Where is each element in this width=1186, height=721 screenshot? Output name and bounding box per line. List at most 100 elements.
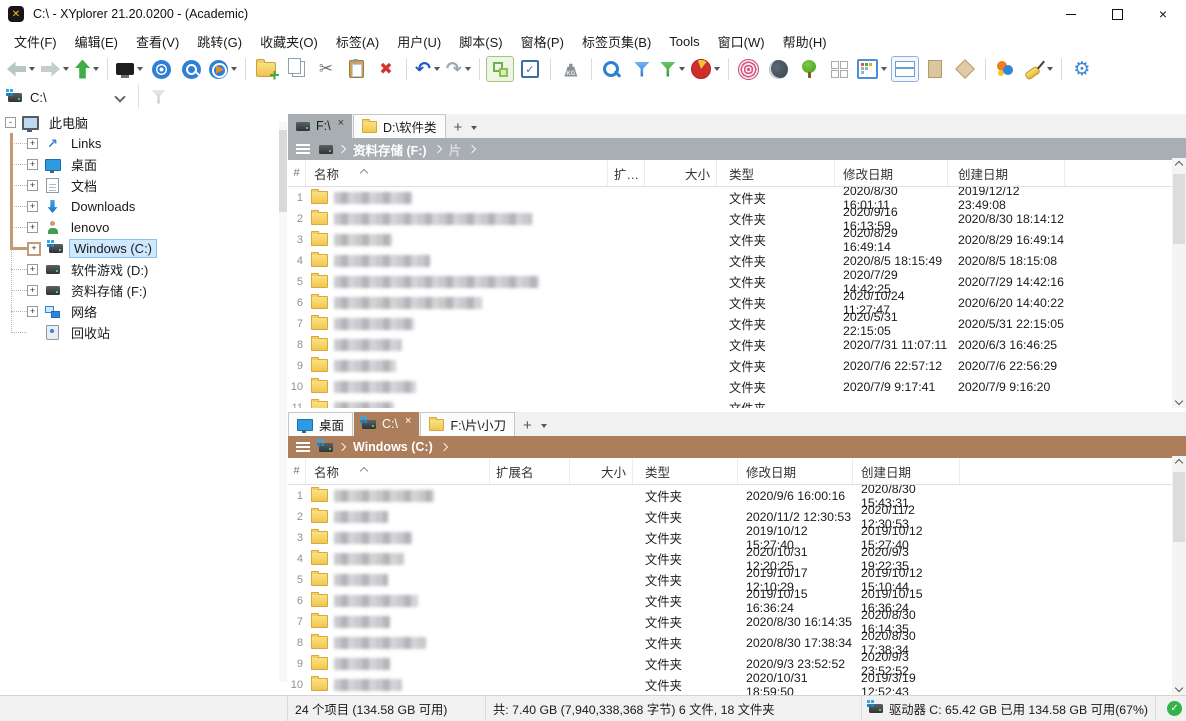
- file-row[interactable]: 10文件夹2020/10/31 18:59:502019/3/19 12:52:…: [288, 674, 1186, 695]
- scroll-down-arrow[interactable]: [1172, 681, 1186, 695]
- tree-item-f[interactable]: +资料存储 (F:): [0, 280, 288, 301]
- file-row[interactable]: 10文件夹2020/7/9 9:17:412020/7/9 9:16:20: [288, 376, 1186, 397]
- file-row[interactable]: 4文件夹2020/10/31 12:20:252020/9/3 19:22:35: [288, 548, 1186, 569]
- column-header-1[interactable]: 名称: [306, 458, 490, 484]
- column-header-0[interactable]: #: [288, 458, 306, 484]
- file-row[interactable]: 2文件夹2020/9/16 16:13:592020/8/30 18:14:12: [288, 208, 1186, 229]
- tab-0[interactable]: 桌面: [288, 412, 353, 436]
- dropdown-caret-icon[interactable]: [1047, 67, 1053, 71]
- column-header-0[interactable]: #: [288, 160, 306, 186]
- dropdown-caret-icon[interactable]: [137, 67, 143, 71]
- tab-1[interactable]: C:\×: [354, 412, 419, 436]
- tree-item-[interactable]: +桌面: [0, 154, 288, 175]
- expand-icon[interactable]: +: [27, 180, 38, 191]
- expand-icon[interactable]: +: [27, 242, 41, 256]
- expand-icon[interactable]: +: [27, 306, 38, 317]
- folder-tree-button[interactable]: [795, 56, 823, 82]
- config-button[interactable]: ⚙: [1068, 56, 1096, 82]
- scroll-up-arrow[interactable]: [1172, 456, 1186, 470]
- file-row[interactable]: 7文件夹2020/8/30 16:14:352020/8/30 16:14:35: [288, 611, 1186, 632]
- tab-list-dropdown-icon[interactable]: [471, 126, 477, 130]
- expand-icon[interactable]: +: [27, 264, 38, 275]
- filter-blue-button[interactable]: [628, 56, 656, 82]
- menu-item-0[interactable]: 文件(F): [5, 32, 66, 51]
- single-pane-button[interactable]: [921, 56, 949, 82]
- dropdown-caret-icon[interactable]: [679, 67, 685, 71]
- tree-item-downloads[interactable]: +Downloads: [0, 196, 288, 217]
- maximize-button[interactable]: [1094, 0, 1140, 28]
- menu-item-12[interactable]: 帮助(H): [774, 32, 836, 51]
- file-row[interactable]: 1文件夹2020/8/30 16:01:112019/12/12 23:49:0…: [288, 187, 1186, 208]
- back-button[interactable]: [5, 56, 37, 82]
- live-filter-button[interactable]: [598, 56, 626, 82]
- tree-item-links[interactable]: +↗Links: [0, 133, 288, 154]
- menu-item-8[interactable]: 窗格(P): [512, 32, 573, 51]
- color-filters-button[interactable]: [992, 56, 1020, 82]
- mini-tree-button[interactable]: [114, 56, 145, 82]
- redo-button[interactable]: ↷: [444, 56, 473, 82]
- dropdown-caret-icon[interactable]: [231, 67, 237, 71]
- tree-item-[interactable]: -此电脑: [0, 112, 288, 133]
- scroll-down-arrow[interactable]: [1172, 394, 1186, 408]
- tree-item-[interactable]: +网络: [0, 301, 288, 322]
- menu-item-11[interactable]: 窗口(W): [709, 32, 774, 51]
- column-header-2[interactable]: 扩展名: [490, 458, 570, 484]
- paste-button[interactable]: [342, 56, 370, 82]
- tree-scrollbar[interactable]: [279, 122, 287, 682]
- size-pie-button[interactable]: [689, 56, 722, 82]
- file-row[interactable]: 1文件夹2020/9/6 16:00:162020/8/30 15:43:31: [288, 485, 1186, 506]
- dropdown-caret-icon[interactable]: [434, 67, 440, 71]
- new-tab-button[interactable]: +: [447, 119, 470, 138]
- calc-size-button[interactable]: KG: [557, 56, 585, 82]
- up-button[interactable]: [73, 56, 101, 82]
- menu-icon[interactable]: [296, 442, 310, 452]
- column-header-6[interactable]: 创建日期: [948, 160, 1065, 186]
- menu-item-6[interactable]: 用户(U): [388, 32, 450, 51]
- new-tab-button[interactable]: +: [516, 417, 539, 436]
- tree-item-[interactable]: 回收站: [0, 322, 288, 343]
- tree-item-lenovo[interactable]: +lenovo: [0, 217, 288, 238]
- expand-icon[interactable]: +: [27, 159, 38, 170]
- hotlist-button[interactable]: [147, 56, 175, 82]
- tab-list-dropdown-icon[interactable]: [541, 424, 547, 428]
- details-view-button[interactable]: [855, 56, 889, 82]
- file-row[interactable]: 8文件夹2020/8/30 17:38:342020/8/30 17:38:34: [288, 632, 1186, 653]
- delete-button[interactable]: ✖: [372, 56, 400, 82]
- column-header-4[interactable]: 类型: [633, 458, 738, 484]
- expand-icon[interactable]: +: [27, 285, 38, 296]
- spiral-button[interactable]: [735, 56, 763, 82]
- find-files-button[interactable]: [177, 56, 205, 82]
- undo-button[interactable]: ↶: [413, 56, 442, 82]
- go-to-button[interactable]: [207, 56, 239, 82]
- tree-item-[interactable]: +文档: [0, 175, 288, 196]
- menu-item-7[interactable]: 脚本(S): [450, 32, 511, 51]
- pane-scrollbar[interactable]: [1172, 158, 1186, 408]
- address-input[interactable]: C:\: [30, 90, 47, 105]
- filter-green-button[interactable]: [658, 56, 687, 82]
- file-row[interactable]: 6文件夹2019/10/15 16:36:242019/10/15 16:36:…: [288, 590, 1186, 611]
- dropdown-caret-icon[interactable]: [93, 67, 99, 71]
- expand-icon[interactable]: +: [27, 138, 38, 149]
- highlight-button[interactable]: [1022, 56, 1055, 82]
- breadcrumb-segment[interactable]: 片: [449, 140, 462, 159]
- split-h-button[interactable]: [891, 56, 919, 82]
- scroll-up-arrow[interactable]: [1172, 158, 1186, 172]
- menu-icon[interactable]: [296, 144, 310, 154]
- scroll-thumb[interactable]: [1173, 174, 1185, 244]
- dropdown-caret-icon[interactable]: [63, 67, 69, 71]
- file-row[interactable]: 4文件夹2020/8/5 18:15:492020/8/5 18:15:08: [288, 250, 1186, 271]
- dropdown-caret-icon[interactable]: [29, 67, 35, 71]
- menu-item-9[interactable]: 标签页集(B): [573, 32, 660, 51]
- file-row[interactable]: 7文件夹2020/5/31 22:15:052020/5/31 22:15:05: [288, 313, 1186, 334]
- address-dropdown-icon[interactable]: [114, 91, 125, 102]
- file-row[interactable]: 3文件夹2020/8/29 16:49:142020/8/29 16:49:14: [288, 229, 1186, 250]
- breadcrumb-segment[interactable]: Windows (C:): [353, 440, 433, 454]
- column-header-6[interactable]: 创建日期: [853, 458, 960, 484]
- dark-sphere-button[interactable]: [765, 56, 793, 82]
- file-row[interactable]: 9文件夹2020/9/3 23:52:522020/9/3 23:52:52: [288, 653, 1186, 674]
- expand-icon[interactable]: +: [27, 222, 38, 233]
- dropdown-caret-icon[interactable]: [465, 67, 471, 71]
- menu-item-3[interactable]: 跳转(G): [188, 32, 251, 51]
- collapse-icon[interactable]: -: [5, 117, 16, 128]
- column-header-5[interactable]: 修改日期: [835, 160, 948, 186]
